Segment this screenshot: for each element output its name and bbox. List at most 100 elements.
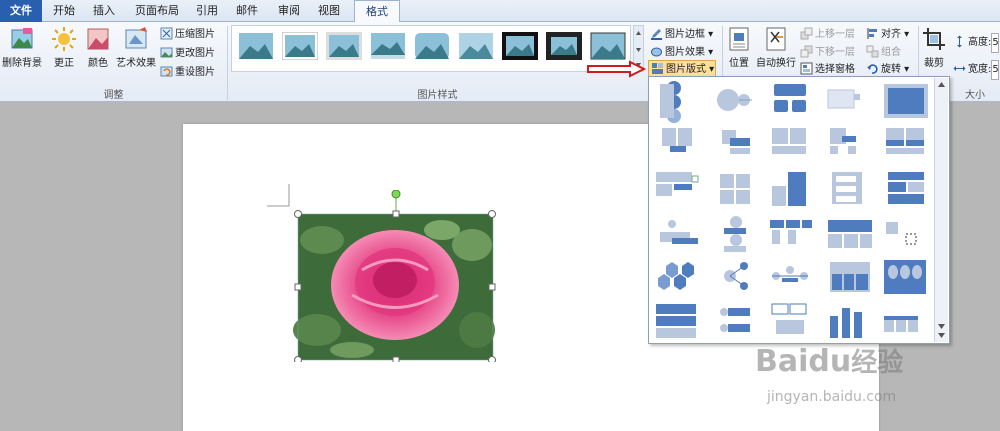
style-thumb-8[interactable] [546,32,582,60]
layout-option[interactable] [658,262,694,290]
color-label: 颜色 [88,58,108,69]
layout-options-grid[interactable] [652,80,934,342]
style-thumb-2[interactable] [282,32,318,60]
layout-option[interactable] [888,172,924,204]
reset-picture-button[interactable]: 重设图片 [160,64,215,82]
layout-gallery-scrollbar[interactable] [934,78,948,342]
layout-option[interactable] [830,262,870,292]
tab-format[interactable]: 格式 [354,0,400,23]
style-thumb-5[interactable] [414,32,450,60]
layout-option[interactable] [660,81,681,123]
tab-mailings[interactable]: 邮件 [230,0,264,22]
remove-background-label: 删除背景 [2,58,42,69]
style-thumb-9[interactable] [590,32,626,60]
margin-corner-mark [267,184,290,207]
layout-option[interactable] [772,128,806,154]
group-icon [866,45,879,58]
layout-option[interactable] [662,128,692,152]
tab-references[interactable]: 引用 [190,0,224,22]
layout-option[interactable] [884,84,928,118]
layout-option[interactable] [830,128,856,154]
artistic-effects-button[interactable]: 艺术效果 [116,26,156,69]
style-thumb-4[interactable] [370,32,406,60]
compress-icon [160,27,173,40]
layout-option[interactable] [774,84,806,112]
width-value[interactable]: 5 [991,60,1000,80]
baidu-watermark-logo: Baidu经验 [755,342,903,379]
remove-background-button[interactable]: 删除背景 [0,26,44,69]
layout-option[interactable] [722,130,750,154]
bring-forward-button[interactable]: 上移一层 [800,26,855,44]
reset-picture-icon [160,66,173,77]
crop-button[interactable]: 裁剪 [920,26,948,69]
layout-option[interactable] [724,216,746,252]
width-icon [953,66,966,71]
style-thumb-6[interactable] [458,32,494,60]
red-arrow-annotation [587,60,647,78]
wrap-text-button[interactable]: 自动换行 [756,26,796,69]
layout-option[interactable] [827,89,860,109]
layout-option[interactable] [884,260,926,294]
color-button[interactable]: 颜色 [84,26,112,69]
layout-option[interactable] [886,128,924,154]
group-button[interactable]: 组合 [866,44,901,62]
layout-option[interactable] [660,220,698,244]
layout-option[interactable] [720,308,750,332]
layout-option[interactable] [656,172,699,196]
layout-option[interactable] [832,172,862,204]
send-backward-icon [800,45,813,58]
send-backward-label: 下移一层 [815,47,855,58]
remove-background-icon [11,28,33,49]
layout-option[interactable] [720,174,750,204]
artistic-effects-label: 艺术效果 [116,58,156,69]
style-thumb-7[interactable] [502,32,538,60]
width-label: 宽度: [968,64,992,75]
picture-layout-label: 图片版式 [666,64,706,75]
position-icon [729,27,749,51]
tab-insert[interactable]: 插入 [86,0,122,22]
layout-option[interactable] [772,266,808,282]
artistic-effects-icon [125,27,147,49]
change-picture-button[interactable]: 更改图片 [160,45,215,63]
tab-review[interactable]: 审阅 [272,0,306,22]
crop-label: 裁剪 [924,58,944,69]
height-field[interactable]: 高度:5 [953,33,1000,53]
watermark-du: du [808,344,852,379]
layout-option[interactable] [884,316,918,332]
layout-option[interactable] [771,303,807,334]
layout-option[interactable] [830,308,862,338]
picture-effects-label: 图片效果 [665,47,705,58]
corrections-button[interactable]: 更正 [50,26,78,69]
tab-view[interactable]: 视图 [312,0,346,22]
style-thumb-3[interactable] [326,32,362,60]
rotate-label: 旋转 [881,64,901,75]
layout-option[interactable] [886,222,917,245]
width-field[interactable]: 宽度:5 [953,60,1000,80]
layout-option[interactable] [770,220,812,244]
send-backward-button[interactable]: 下移一层 [800,44,855,62]
layout-option[interactable] [717,89,752,111]
scroll-arrows-icon [938,82,945,338]
layout-option[interactable] [656,304,696,338]
watermark-jingyan: 经验 [851,348,904,378]
compress-pictures-button[interactable]: 压缩图片 [160,26,215,44]
align-button[interactable]: 对齐 ▾ [866,26,909,44]
style-thumb-1[interactable] [238,32,274,60]
height-icon [957,35,962,48]
tab-page-layout[interactable]: 页面布局 [128,0,186,22]
selection-pane-icon [800,62,813,75]
position-button[interactable]: 位置 [726,26,752,69]
picture-border-button[interactable]: 图片边框 ▾ [650,26,713,44]
bring-forward-icon [800,27,813,40]
reset-picture-label: 重设图片 [175,67,215,78]
layout-option[interactable] [772,172,806,206]
layout-option[interactable] [828,220,872,248]
tab-home[interactable]: 开始 [46,0,82,22]
rotate-icon [867,64,878,74]
layout-option[interactable] [724,262,748,290]
picture-styles-gallery[interactable] [231,25,631,72]
align-label: 对齐 [881,29,901,40]
height-value[interactable]: 5 [991,33,1000,53]
rose-picture[interactable] [292,190,500,362]
tab-file[interactable]: 文件 [0,0,42,22]
